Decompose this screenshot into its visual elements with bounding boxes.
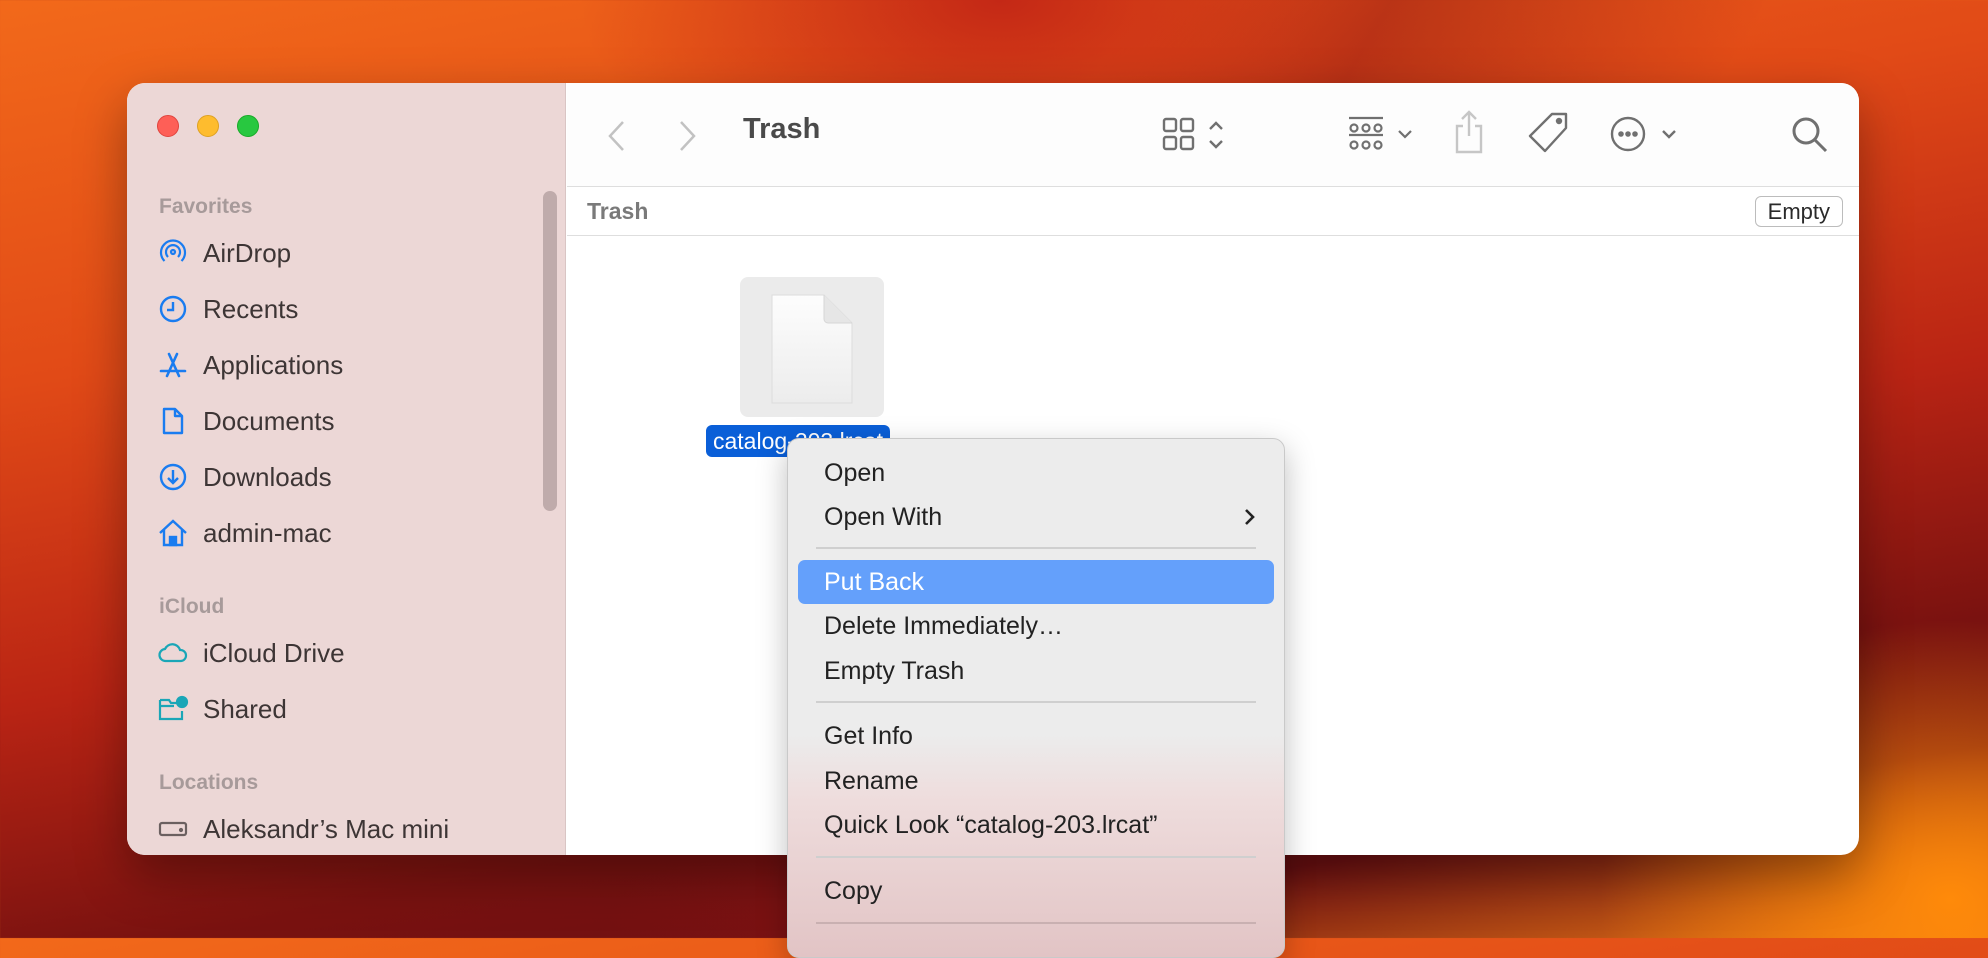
sidebar-item-documents[interactable]: Documents	[157, 401, 335, 441]
sidebar-item-label: AirDrop	[203, 237, 292, 268]
sidebar-item-icloud-drive[interactable]: iCloud Drive	[157, 633, 345, 673]
share-icon[interactable]	[1453, 109, 1485, 155]
menu-separator	[816, 701, 1256, 703]
menu-separator	[816, 922, 1256, 924]
path-title: Trash	[587, 198, 649, 224]
sidebar-item-label: iCloud Drive	[203, 637, 345, 668]
more-actions-icon[interactable]	[1609, 115, 1685, 153]
sidebar-item-recents[interactable]: Recents	[157, 289, 298, 329]
sidebar-section-locations: Locations	[159, 771, 259, 794]
menu-item-open[interactable]: Open	[798, 451, 1274, 495]
menu-separator	[816, 547, 1256, 549]
context-menu: Open Open With Put Back Delete Immediate…	[787, 438, 1285, 958]
document-file-icon	[771, 294, 853, 404]
close-button[interactable]	[157, 115, 179, 137]
menu-item-open-with[interactable]: Open With	[798, 495, 1274, 539]
shared-folder-icon	[158, 695, 189, 721]
sidebar: Favorites AirDrop Recents Applications D…	[127, 83, 566, 855]
menu-item-quick-look[interactable]: Quick Look “catalog-203.lrcat”	[798, 803, 1274, 847]
sidebar-item-label: Applications	[203, 349, 344, 380]
file-item[interactable]	[740, 277, 884, 417]
airdrop-icon	[159, 239, 187, 262]
download-icon	[159, 463, 187, 491]
sidebar-section-favorites: Favorites	[159, 195, 253, 218]
sidebar-item-label: Downloads	[203, 461, 332, 492]
menu-item-put-back[interactable]: Put Back	[798, 560, 1274, 604]
sidebar-item-applications[interactable]: Applications	[157, 345, 343, 385]
menu-item-rename[interactable]: Rename	[798, 759, 1274, 803]
sidebar-item-shared[interactable]: Shared	[157, 689, 287, 729]
back-icon[interactable]	[605, 119, 627, 153]
drive-icon	[158, 821, 188, 837]
empty-trash-button[interactable]: Empty	[1754, 196, 1843, 227]
path-bar: Trash Empty	[567, 187, 1859, 236]
sidebar-item-airdrop[interactable]: AirDrop	[157, 233, 291, 273]
sidebar-item-label: Recents	[203, 293, 299, 324]
sidebar-item-label: Aleksandr’s Mac mini	[203, 813, 450, 844]
document-icon	[162, 407, 184, 435]
sidebar-item-label: Shared	[203, 693, 287, 724]
sidebar-section-icloud: iCloud	[159, 595, 225, 618]
menu-separator	[816, 856, 1256, 858]
menu-item-copy[interactable]: Copy	[798, 869, 1274, 913]
sidebar-scrollbar[interactable]	[543, 191, 557, 511]
menu-item-label: Open With	[824, 503, 943, 531]
tag-icon[interactable]	[1528, 111, 1570, 155]
group-by-icon[interactable]	[1347, 115, 1419, 155]
sidebar-item-mac-mini[interactable]: Aleksandr’s Mac mini	[157, 809, 449, 849]
sidebar-item-admin-mac[interactable]: admin-mac	[157, 513, 332, 553]
cloud-icon	[158, 643, 188, 663]
sidebar-item-label: admin-mac	[203, 517, 332, 548]
search-icon[interactable]	[1790, 115, 1830, 155]
forward-icon[interactable]	[677, 119, 699, 153]
menu-item-empty-trash[interactable]: Empty Trash	[798, 649, 1274, 693]
toolbar: Trash	[567, 83, 1859, 187]
menu-item-get-info[interactable]: Get Info	[798, 714, 1274, 758]
clock-icon	[159, 295, 187, 323]
menu-item-delete-immediately[interactable]: Delete Immediately…	[798, 604, 1274, 648]
sidebar-item-downloads[interactable]: Downloads	[157, 457, 332, 497]
sidebar-item-label: Documents	[203, 405, 335, 436]
minimize-button[interactable]	[197, 115, 219, 137]
applications-icon	[159, 352, 187, 378]
zoom-button[interactable]	[237, 115, 259, 137]
chevron-right-icon	[1245, 509, 1255, 525]
home-icon	[159, 519, 187, 547]
icon-view-icon[interactable]	[1162, 117, 1232, 153]
window-title: Trash	[743, 113, 821, 145]
